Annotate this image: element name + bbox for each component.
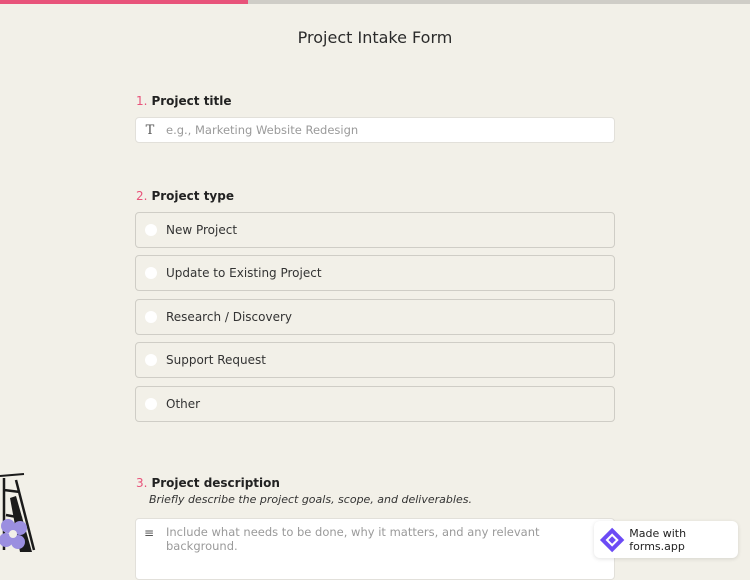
question-3-title: Project description — [151, 476, 280, 490]
radio-icon[interactable] — [145, 354, 157, 366]
made-with-badge[interactable]: Made with forms.app — [594, 521, 738, 558]
project-description-placeholder: Include what needs to be done, why it ma… — [166, 525, 540, 553]
question-3-number: 3. — [136, 476, 148, 490]
option-label: Other — [166, 397, 201, 411]
radio-icon[interactable] — [145, 224, 157, 236]
option-label: Update to Existing Project — [166, 266, 322, 280]
question-2-label: 2. Project type — [136, 189, 234, 203]
radio-icon[interactable] — [145, 398, 157, 410]
progress-bar — [0, 0, 750, 4]
option-support-request[interactable]: Support Request — [135, 342, 615, 378]
text-type-icon: T — [145, 122, 155, 138]
question-3-help: Briefly describe the project goals, scop… — [149, 493, 472, 506]
question-1-title: Project title — [151, 94, 232, 108]
option-research-discovery[interactable]: Research / Discovery — [135, 299, 615, 335]
question-3-label: 3. Project description — [136, 476, 280, 490]
decorative-illustration — [0, 473, 36, 552]
project-title-input[interactable]: T e.g., Marketing Website Redesign — [135, 117, 615, 143]
progress-bar-fill — [0, 0, 248, 4]
question-1-label: 1. Project title — [136, 94, 232, 108]
option-label: Research / Discovery — [166, 310, 292, 324]
question-2-title: Project type — [151, 189, 234, 203]
flower-icon — [0, 519, 27, 549]
made-with-text: Made with forms.app — [629, 526, 687, 553]
option-label: New Project — [166, 223, 238, 237]
project-description-textarea[interactable]: ≡ Include what needs to be done, why it … — [135, 518, 615, 580]
option-other[interactable]: Other — [135, 386, 615, 422]
question-2-number: 2. — [136, 189, 148, 203]
question-1-number: 1. — [136, 94, 148, 108]
radio-icon[interactable] — [145, 267, 157, 279]
paragraph-icon: ≡ — [144, 526, 155, 540]
project-title-placeholder: e.g., Marketing Website Redesign — [166, 123, 359, 137]
form-title: Project Intake Form — [297, 28, 453, 47]
radio-icon[interactable] — [145, 311, 157, 323]
option-label: Support Request — [166, 353, 266, 367]
option-new-project[interactable]: New Project — [135, 212, 615, 248]
forms-app-logo-icon — [599, 527, 625, 552]
option-update-existing[interactable]: Update to Existing Project — [135, 255, 615, 291]
